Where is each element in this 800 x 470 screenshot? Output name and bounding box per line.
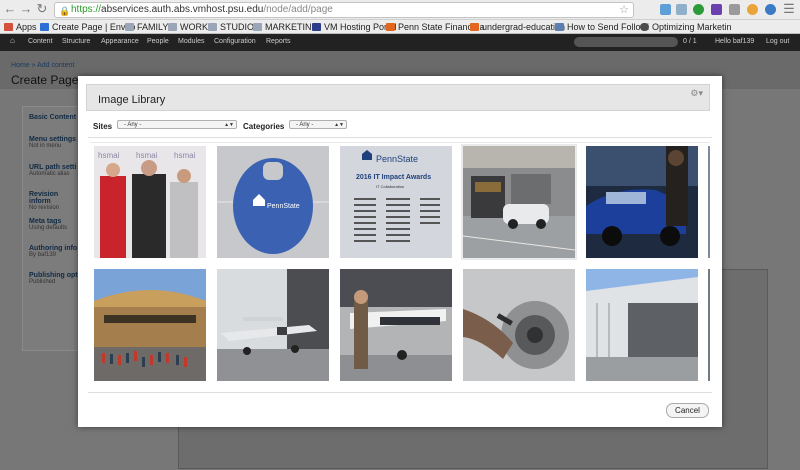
pennstate-text: PennState <box>267 203 300 210</box>
bookmark-item[interactable]: How to Send Followi <box>555 21 649 33</box>
bookmark-item[interactable]: Optimizing Marketin <box>640 21 732 33</box>
image-thumb[interactable]: PennState 2016 IT Impact Awards IT Colla… <box>340 146 452 258</box>
admin-menu-appearance[interactable]: Appearance <box>101 38 139 45</box>
image-thumb[interactable] <box>217 269 329 381</box>
url-path: /node/add/page <box>263 4 333 15</box>
bookmark-star-icon[interactable]: ☆ <box>619 3 629 17</box>
divider <box>88 137 712 138</box>
award-subtitle-text: IT Collaboration <box>376 184 404 189</box>
url-scheme: https:// <box>71 4 102 15</box>
vtab-revision[interactable]: Revision inform No revision <box>29 191 81 211</box>
vtab-menu-settings[interactable]: Menu settings Not in menu <box>29 136 76 149</box>
award-title-text: 2016 IT Impact Awards <box>356 174 431 181</box>
sites-label: Sites <box>93 122 113 131</box>
back-icon[interactable]: ← <box>3 2 17 16</box>
lock-icon: 🔒 <box>59 6 71 16</box>
address-bar[interactable]: 🔒 https://abservices.auth.abs.vmhost.psu… <box>54 2 634 18</box>
sites-select[interactable]: - Any - ▲▼ <box>117 120 237 129</box>
logout-link[interactable]: Log out <box>766 38 789 45</box>
cancel-button[interactable]: Cancel <box>666 403 709 418</box>
image-thumb[interactable] <box>586 269 698 381</box>
extension-icon[interactable] <box>711 4 722 15</box>
admin-menu-people[interactable]: People <box>147 38 169 45</box>
image-thumb[interactable] <box>340 269 452 381</box>
vertical-tabs: Basic Content Menu settings Not in menu U… <box>22 106 82 351</box>
admin-menu-modules[interactable]: Modules <box>178 38 204 45</box>
bookmark-item[interactable]: Create Page | Enviro <box>40 21 135 33</box>
admin-toolbar: ⌂ Content Structure Appearance People Mo… <box>0 34 800 51</box>
bookmark-item[interactable]: undergrad-education <box>470 21 565 33</box>
bookmark-folder[interactable]: MARKETING <box>253 21 319 33</box>
bookmark-apps[interactable]: Apps <box>4 21 37 33</box>
shortcut-count: 0 / 1 <box>683 38 697 45</box>
vtab-publishing[interactable]: Publishing opt Published <box>29 272 78 285</box>
image-thumb-partial[interactable] <box>708 269 710 381</box>
divider <box>88 392 712 393</box>
admin-menu-configuration[interactable]: Configuration <box>214 38 256 45</box>
dialog-header: Image Library ⚙▾ <box>86 84 710 111</box>
home-icon[interactable]: ⌂ <box>10 36 15 45</box>
extension-icon[interactable] <box>693 4 704 15</box>
image-thumb-selected[interactable] <box>461 144 577 260</box>
dialog-title: Image Library <box>98 94 166 106</box>
user-greeting[interactable]: Hello baf139 <box>715 38 754 45</box>
categories-select[interactable]: - Any - ▲▼ <box>289 120 347 129</box>
select-arrow-icon: ▲▼ <box>334 122 344 128</box>
reload-icon[interactable]: ↻ <box>35 2 49 16</box>
bookmark-folder[interactable]: WORK <box>168 21 208 33</box>
image-thumb[interactable]: hsmai hsmai hsmai <box>94 146 206 258</box>
image-thumb[interactable] <box>94 269 206 381</box>
extension-icon[interactable] <box>676 4 687 15</box>
bookmark-folder[interactable]: FAMILY <box>125 21 168 33</box>
menu-icon[interactable]: ☰ <box>782 2 796 16</box>
select-arrow-icon: ▲▼ <box>224 122 234 128</box>
url-host: abservices.auth.abs.vmhost.psu.edu <box>101 4 264 15</box>
hsmai-text: hsmai <box>136 151 158 160</box>
image-library-dialog: Image Library ⚙▾ Sites - Any - ▲▼ Categor… <box>78 76 722 427</box>
bookmark-folder[interactable]: STUDIO <box>208 21 254 33</box>
image-grid: hsmai hsmai hsmai PennState PennState 20… <box>90 142 710 382</box>
bookmark-item[interactable]: VM Hosting Portal <box>312 21 397 33</box>
admin-menu-reports[interactable]: Reports <box>266 38 291 45</box>
vtab-authoring[interactable]: Authoring info By baf139 <box>29 245 77 258</box>
page-title: Create Page <box>11 73 79 87</box>
hsmai-text: hsmai <box>174 151 196 160</box>
vtab-basic-content[interactable]: Basic Content <box>29 114 76 121</box>
extension-icon[interactable] <box>747 4 758 15</box>
categories-label: Categories <box>243 122 285 131</box>
image-thumb[interactable] <box>463 269 575 381</box>
bookmarks-bar: Apps Create Page | Enviro FAMILY WORK ST… <box>0 20 800 34</box>
vtab-url-path[interactable]: URL path setti Automatic alias <box>29 164 76 177</box>
extension-icon[interactable] <box>660 4 671 15</box>
browser-toolbar: ← → ↻ 🔒 https://abservices.auth.abs.vmho… <box>0 0 800 20</box>
forward-icon[interactable]: → <box>19 2 33 16</box>
hsmai-text: hsmai <box>98 151 120 160</box>
breadcrumb[interactable]: Home » Add content <box>11 62 74 69</box>
image-thumb[interactable] <box>586 146 698 258</box>
image-thumb-partial[interactable] <box>708 146 710 258</box>
admin-search-input[interactable] <box>574 37 678 47</box>
admin-menu-structure[interactable]: Structure <box>62 38 90 45</box>
camera-icon[interactable] <box>729 4 740 15</box>
vtab-meta-tags[interactable]: Meta tags Using defaults <box>29 218 67 231</box>
image-thumb[interactable]: PennState <box>217 146 329 258</box>
gear-icon[interactable]: ⚙▾ <box>690 88 703 99</box>
extension-icon[interactable] <box>765 4 776 15</box>
admin-menu-content[interactable]: Content <box>28 38 53 45</box>
pennstate-text: PennState <box>376 154 418 164</box>
